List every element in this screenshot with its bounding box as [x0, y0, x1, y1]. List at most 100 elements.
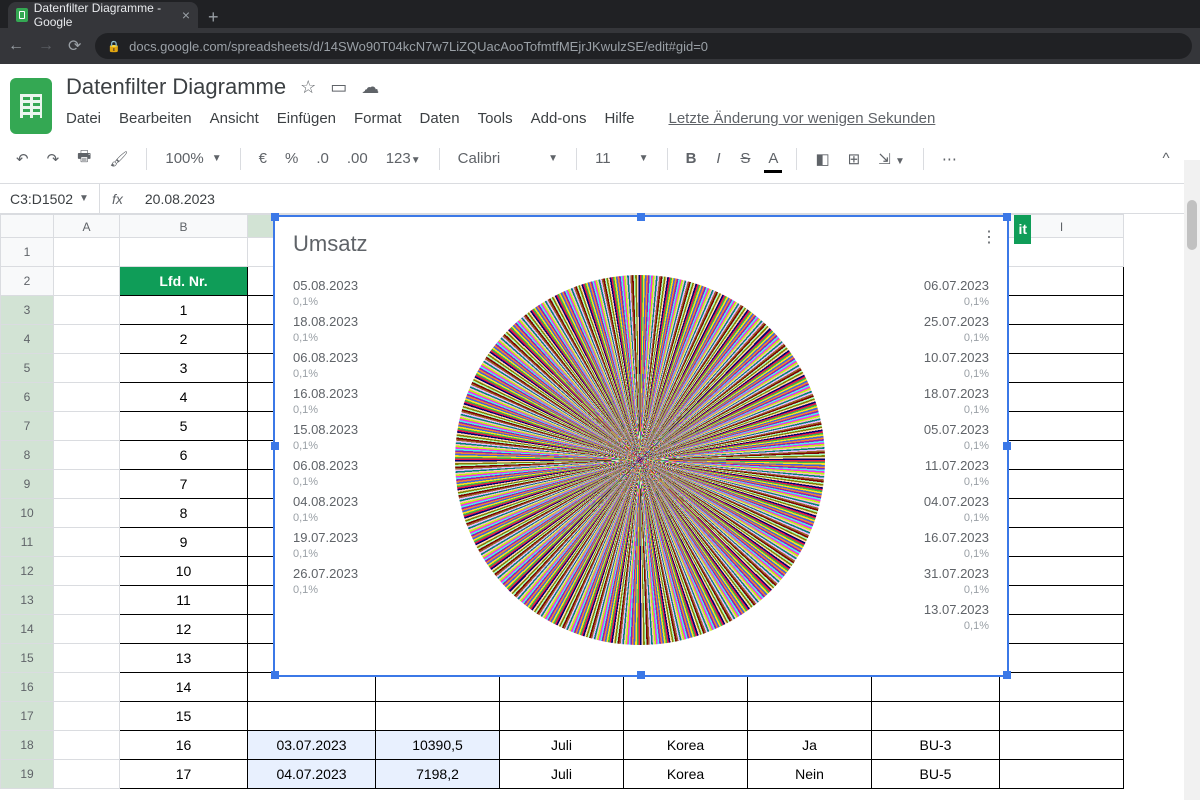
cell[interactable] — [54, 760, 120, 789]
cell[interactable] — [1000, 354, 1124, 383]
cell[interactable] — [54, 644, 120, 673]
cell[interactable] — [1000, 702, 1124, 731]
forward-icon[interactable]: → — [38, 37, 54, 55]
row-header[interactable]: 5 — [0, 354, 54, 383]
new-tab-button[interactable]: + — [198, 7, 229, 28]
row-header[interactable]: 17 — [0, 702, 54, 731]
row-header[interactable]: 9 — [0, 470, 54, 499]
print-icon[interactable]: 🖶 — [71, 142, 97, 175]
cell[interactable] — [748, 702, 872, 731]
cell[interactable] — [54, 673, 120, 702]
cell[interactable] — [1000, 441, 1124, 470]
cell[interactable]: 15 — [120, 702, 248, 731]
row-header[interactable]: 19 — [0, 760, 54, 789]
cell[interactable]: 1 — [120, 296, 248, 325]
last-edit-link[interactable]: Letzte Änderung vor wenigen Sekunden — [668, 110, 935, 127]
merge-button[interactable]: ⇲ ▼ — [872, 146, 911, 172]
cell[interactable] — [1000, 557, 1124, 586]
cell[interactable] — [1000, 731, 1124, 760]
percent-button[interactable]: % — [279, 146, 304, 171]
menu-bearbeiten[interactable]: Bearbeiten — [119, 110, 192, 127]
cell[interactable]: 04.07.2023 — [248, 760, 376, 789]
cell[interactable]: 16 — [120, 731, 248, 760]
cell[interactable] — [1000, 499, 1124, 528]
back-icon[interactable]: ← — [8, 37, 24, 55]
cell[interactable] — [54, 267, 120, 296]
cell[interactable]: Juli — [500, 760, 624, 789]
cell[interactable] — [248, 673, 376, 702]
name-box[interactable]: C3:D1502▼ — [0, 184, 100, 213]
row-header[interactable]: 4 — [0, 325, 54, 354]
cell[interactable] — [1000, 673, 1124, 702]
cell[interactable] — [54, 586, 120, 615]
cell[interactable] — [872, 702, 1000, 731]
cell[interactable]: BU-5 — [872, 760, 1000, 789]
row-header[interactable]: 6 — [0, 383, 54, 412]
cell[interactable] — [1000, 267, 1124, 296]
star-icon[interactable]: ☆ — [300, 77, 316, 98]
cell[interactable] — [1000, 528, 1124, 557]
cell[interactable] — [54, 702, 120, 731]
cell[interactable] — [54, 383, 120, 412]
cell[interactable]: 6 — [120, 441, 248, 470]
currency-button[interactable]: € — [253, 146, 273, 171]
cell[interactable] — [54, 499, 120, 528]
menu-tools[interactable]: Tools — [478, 110, 513, 127]
col-header-A[interactable]: A — [54, 214, 120, 238]
cell[interactable]: Korea — [624, 731, 748, 760]
cell[interactable]: 3 — [120, 354, 248, 383]
paint-format-icon[interactable]: 🖌 — [103, 146, 134, 172]
doc-title[interactable]: Datenfilter Diagramme — [66, 74, 286, 100]
bold-button[interactable]: B — [680, 146, 703, 171]
sheets-logo-icon[interactable] — [10, 78, 52, 134]
row-header[interactable]: 16 — [0, 673, 54, 702]
formula-input[interactable]: 20.08.2023 — [135, 191, 215, 207]
cell[interactable]: 8 — [120, 499, 248, 528]
cell[interactable] — [376, 673, 500, 702]
cell[interactable] — [1000, 325, 1124, 354]
cell[interactable] — [1000, 760, 1124, 789]
menu-format[interactable]: Format — [354, 110, 402, 127]
cell[interactable]: 7198,2 — [376, 760, 500, 789]
row-header[interactable]: 7 — [0, 412, 54, 441]
chart-menu-icon[interactable]: ⋮ — [981, 227, 997, 247]
row-header[interactable]: 3 — [0, 296, 54, 325]
cell[interactable] — [376, 702, 500, 731]
cell[interactable]: 10 — [120, 557, 248, 586]
cell[interactable]: 14 — [120, 673, 248, 702]
strike-button[interactable]: S — [734, 146, 756, 171]
cell[interactable] — [748, 673, 872, 702]
cell[interactable]: 9 — [120, 528, 248, 557]
cell[interactable]: 7 — [120, 470, 248, 499]
num-format-button[interactable]: 123▼ — [380, 146, 427, 171]
more-icon[interactable]: ⋯ — [936, 146, 963, 172]
cell[interactable]: 03.07.2023 — [248, 731, 376, 760]
collapse-icon[interactable]: ^ — [1156, 146, 1176, 171]
row-header[interactable]: 11 — [0, 528, 54, 557]
cell[interactable] — [54, 412, 120, 441]
chart-object[interactable]: it Umsatz ⋮ 05.08.20230,1%18.08.20230,1%… — [273, 215, 1009, 677]
menu-einfuegen[interactable]: Einfügen — [277, 110, 336, 127]
row-header[interactable]: 8 — [0, 441, 54, 470]
cell[interactable]: Juli — [500, 731, 624, 760]
url-input[interactable]: 🔒 docs.google.com/spreadsheets/d/14SWo90… — [95, 33, 1192, 59]
cell[interactable]: Korea — [624, 760, 748, 789]
cell[interactable] — [54, 296, 120, 325]
fill-color-button[interactable]: ◧ — [809, 146, 835, 172]
cell[interactable] — [248, 702, 376, 731]
cell[interactable]: 12 — [120, 615, 248, 644]
dec-increase-button[interactable]: .00 — [341, 146, 374, 171]
row-header[interactable]: 14 — [0, 615, 54, 644]
cell[interactable] — [54, 325, 120, 354]
row-header[interactable]: 12 — [0, 557, 54, 586]
menu-addons[interactable]: Add-ons — [531, 110, 587, 127]
select-all-corner[interactable] — [0, 214, 54, 238]
menu-ansicht[interactable]: Ansicht — [210, 110, 259, 127]
cell[interactable] — [54, 731, 120, 760]
col-header-B[interactable]: B — [120, 214, 248, 238]
cell[interactable]: Lfd. Nr. — [120, 267, 248, 296]
undo-icon[interactable]: ↶ — [10, 146, 35, 172]
dec-decrease-button[interactable]: .0 — [310, 146, 335, 171]
cell[interactable] — [1000, 615, 1124, 644]
row-header[interactable]: 18 — [0, 731, 54, 760]
